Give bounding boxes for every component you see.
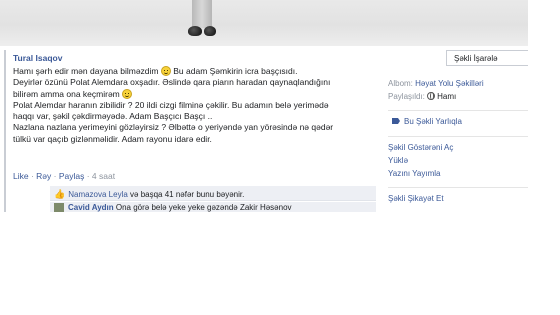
post-text-line: bilirəm amma ona keçmirəm bbox=[13, 88, 389, 100]
post-text: Hamı şərh edir mən dayana bilməzdim bbox=[13, 66, 159, 76]
post-text: Bu adam Şəmkirin icra başçısıdı. bbox=[170, 66, 298, 76]
report-photo-link[interactable]: Şəkli Şikayət Et bbox=[388, 194, 528, 207]
album-link[interactable]: Həyat Yolu Şəkilləri bbox=[415, 79, 483, 88]
post-text-line: Polat Alemdar haranın zibilidir ? 20 ild… bbox=[13, 99, 329, 110]
smile-emoji-icon bbox=[160, 66, 171, 76]
post-actions: Like · Rəy · Paylaş · 4 saat bbox=[13, 171, 115, 181]
share-link[interactable]: Paylaş bbox=[59, 171, 85, 181]
likes-suffix-text: bunu bəyənir. bbox=[196, 190, 245, 199]
privacy-value[interactable]: Hamı bbox=[437, 92, 456, 101]
divider bbox=[388, 136, 528, 137]
thumbs-up-icon: 👍 bbox=[54, 189, 66, 199]
separator: · bbox=[51, 171, 59, 181]
liker-name-link[interactable]: Namazova Leyla bbox=[68, 190, 128, 199]
album-row: Albom: Həyat Yolu Şəkilləri bbox=[388, 79, 528, 92]
tag-photo-button[interactable]: Şəkli İşarələ bbox=[446, 50, 528, 66]
share-post-link[interactable]: Yazını Yayımla bbox=[388, 169, 528, 182]
post-text-line: Deyirlər özünü Polat Alemdara oxşadır. Ə… bbox=[13, 77, 331, 88]
commenter-name-link[interactable]: Cavid Aydın bbox=[68, 203, 114, 212]
like-link[interactable]: Like bbox=[13, 171, 29, 181]
comment-text: Ona görə belə yeke yeke gəzəndə Zakir Hə… bbox=[113, 203, 292, 212]
divider bbox=[388, 110, 528, 111]
photo-subject-legs bbox=[192, 0, 212, 28]
photo-sidebar: Albom: Həyat Yolu Şəkilləri Paylaşıldı: … bbox=[388, 79, 528, 207]
post-text-line: Hamı şərh edir mən dayana bilməzdim Bu a… bbox=[13, 66, 389, 77]
open-photo-viewer-link[interactable]: Şəkil Göstərəni Aç bbox=[388, 143, 528, 156]
post-caption: Tural Isaqov Hamı şərh edir mən dayana b… bbox=[4, 50, 390, 212]
timestamp[interactable]: 4 saat bbox=[92, 171, 115, 181]
tag-icon bbox=[392, 118, 400, 124]
likes-summary: 👍 Namazova Leyla və başqa 41 nəfər bunu b… bbox=[50, 186, 376, 201]
separator: · bbox=[84, 171, 92, 181]
reply-link[interactable]: Rəy bbox=[36, 171, 51, 181]
divider bbox=[388, 187, 528, 188]
post-text-line: haqqı var, şəkil çəkdirməyədə. Adam Başç… bbox=[13, 111, 213, 122]
tag-photo-link[interactable]: Bu Şəkli Yarlıqla bbox=[388, 117, 528, 131]
comment-item: Cavid Aydın Ona görə belə yeke yeke gəzə… bbox=[50, 202, 376, 212]
post-text-line: tülkü var qaçıb gizlənməlidir. Adam rayo… bbox=[13, 133, 212, 144]
smile-emoji-icon bbox=[122, 88, 133, 99]
photo-subject-shoe-left bbox=[188, 26, 202, 36]
shared-row: Paylaşıldı: Hamı bbox=[388, 92, 528, 105]
photo-viewer[interactable] bbox=[0, 0, 528, 46]
post-text-line: Nazlana nazlana yerimeyini gözləyirsiz ?… bbox=[13, 122, 334, 133]
commenter-avatar[interactable] bbox=[54, 203, 64, 212]
shared-label: Paylaşıldı: bbox=[388, 92, 428, 101]
likes-count-text[interactable]: və başqa 41 nəfər bbox=[128, 190, 197, 199]
album-label: Albom: bbox=[388, 79, 416, 88]
photo-subject-shoe-right bbox=[204, 26, 216, 36]
post-author-link[interactable]: Tural Isaqov bbox=[13, 53, 389, 63]
globe-icon bbox=[427, 92, 436, 100]
post-text: bilirəm amma ona keçmirəm bbox=[13, 88, 120, 99]
tag-photo-label: Bu Şəkli Yarlıqla bbox=[404, 117, 462, 126]
download-link[interactable]: Yüklə bbox=[388, 156, 528, 169]
